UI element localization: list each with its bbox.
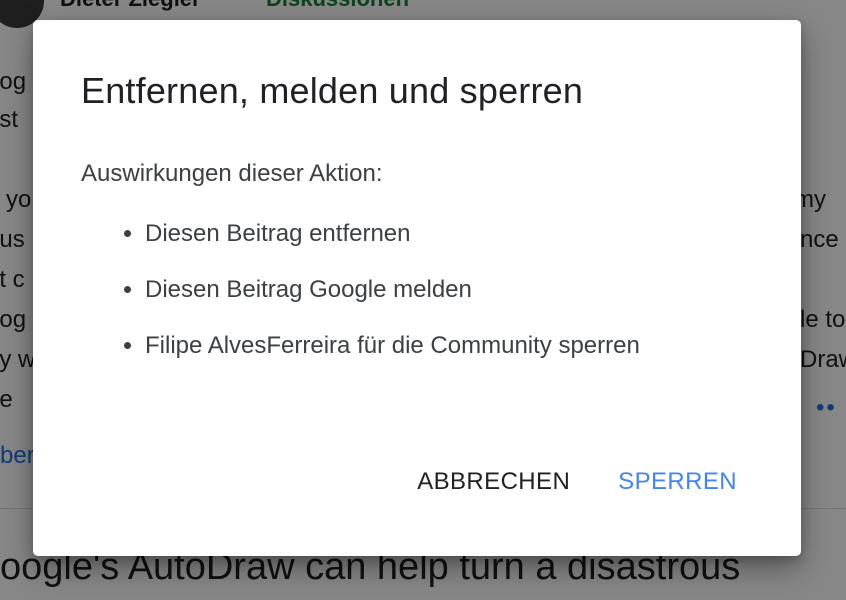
remove-report-ban-dialog: Entfernen, melden und sperren Auswirkung… (33, 20, 801, 556)
list-item: Filipe AlvesFerreira für die Community s… (145, 326, 725, 366)
list-item: Diesen Beitrag Google melden (145, 270, 725, 310)
dialog-actions: ABBRECHEN SPERREN (417, 468, 737, 496)
cancel-button[interactable]: ABBRECHEN (417, 468, 570, 496)
consequence-list: Diesen Beitrag entfernen Diesen Beitrag … (81, 214, 725, 366)
dialog-intro: Auswirkungen dieser Aktion: (81, 160, 383, 187)
list-item: Diesen Beitrag entfernen (145, 214, 725, 254)
dialog-title: Entfernen, melden und sperren (81, 70, 584, 111)
ban-button[interactable]: SPERREN (618, 468, 737, 496)
